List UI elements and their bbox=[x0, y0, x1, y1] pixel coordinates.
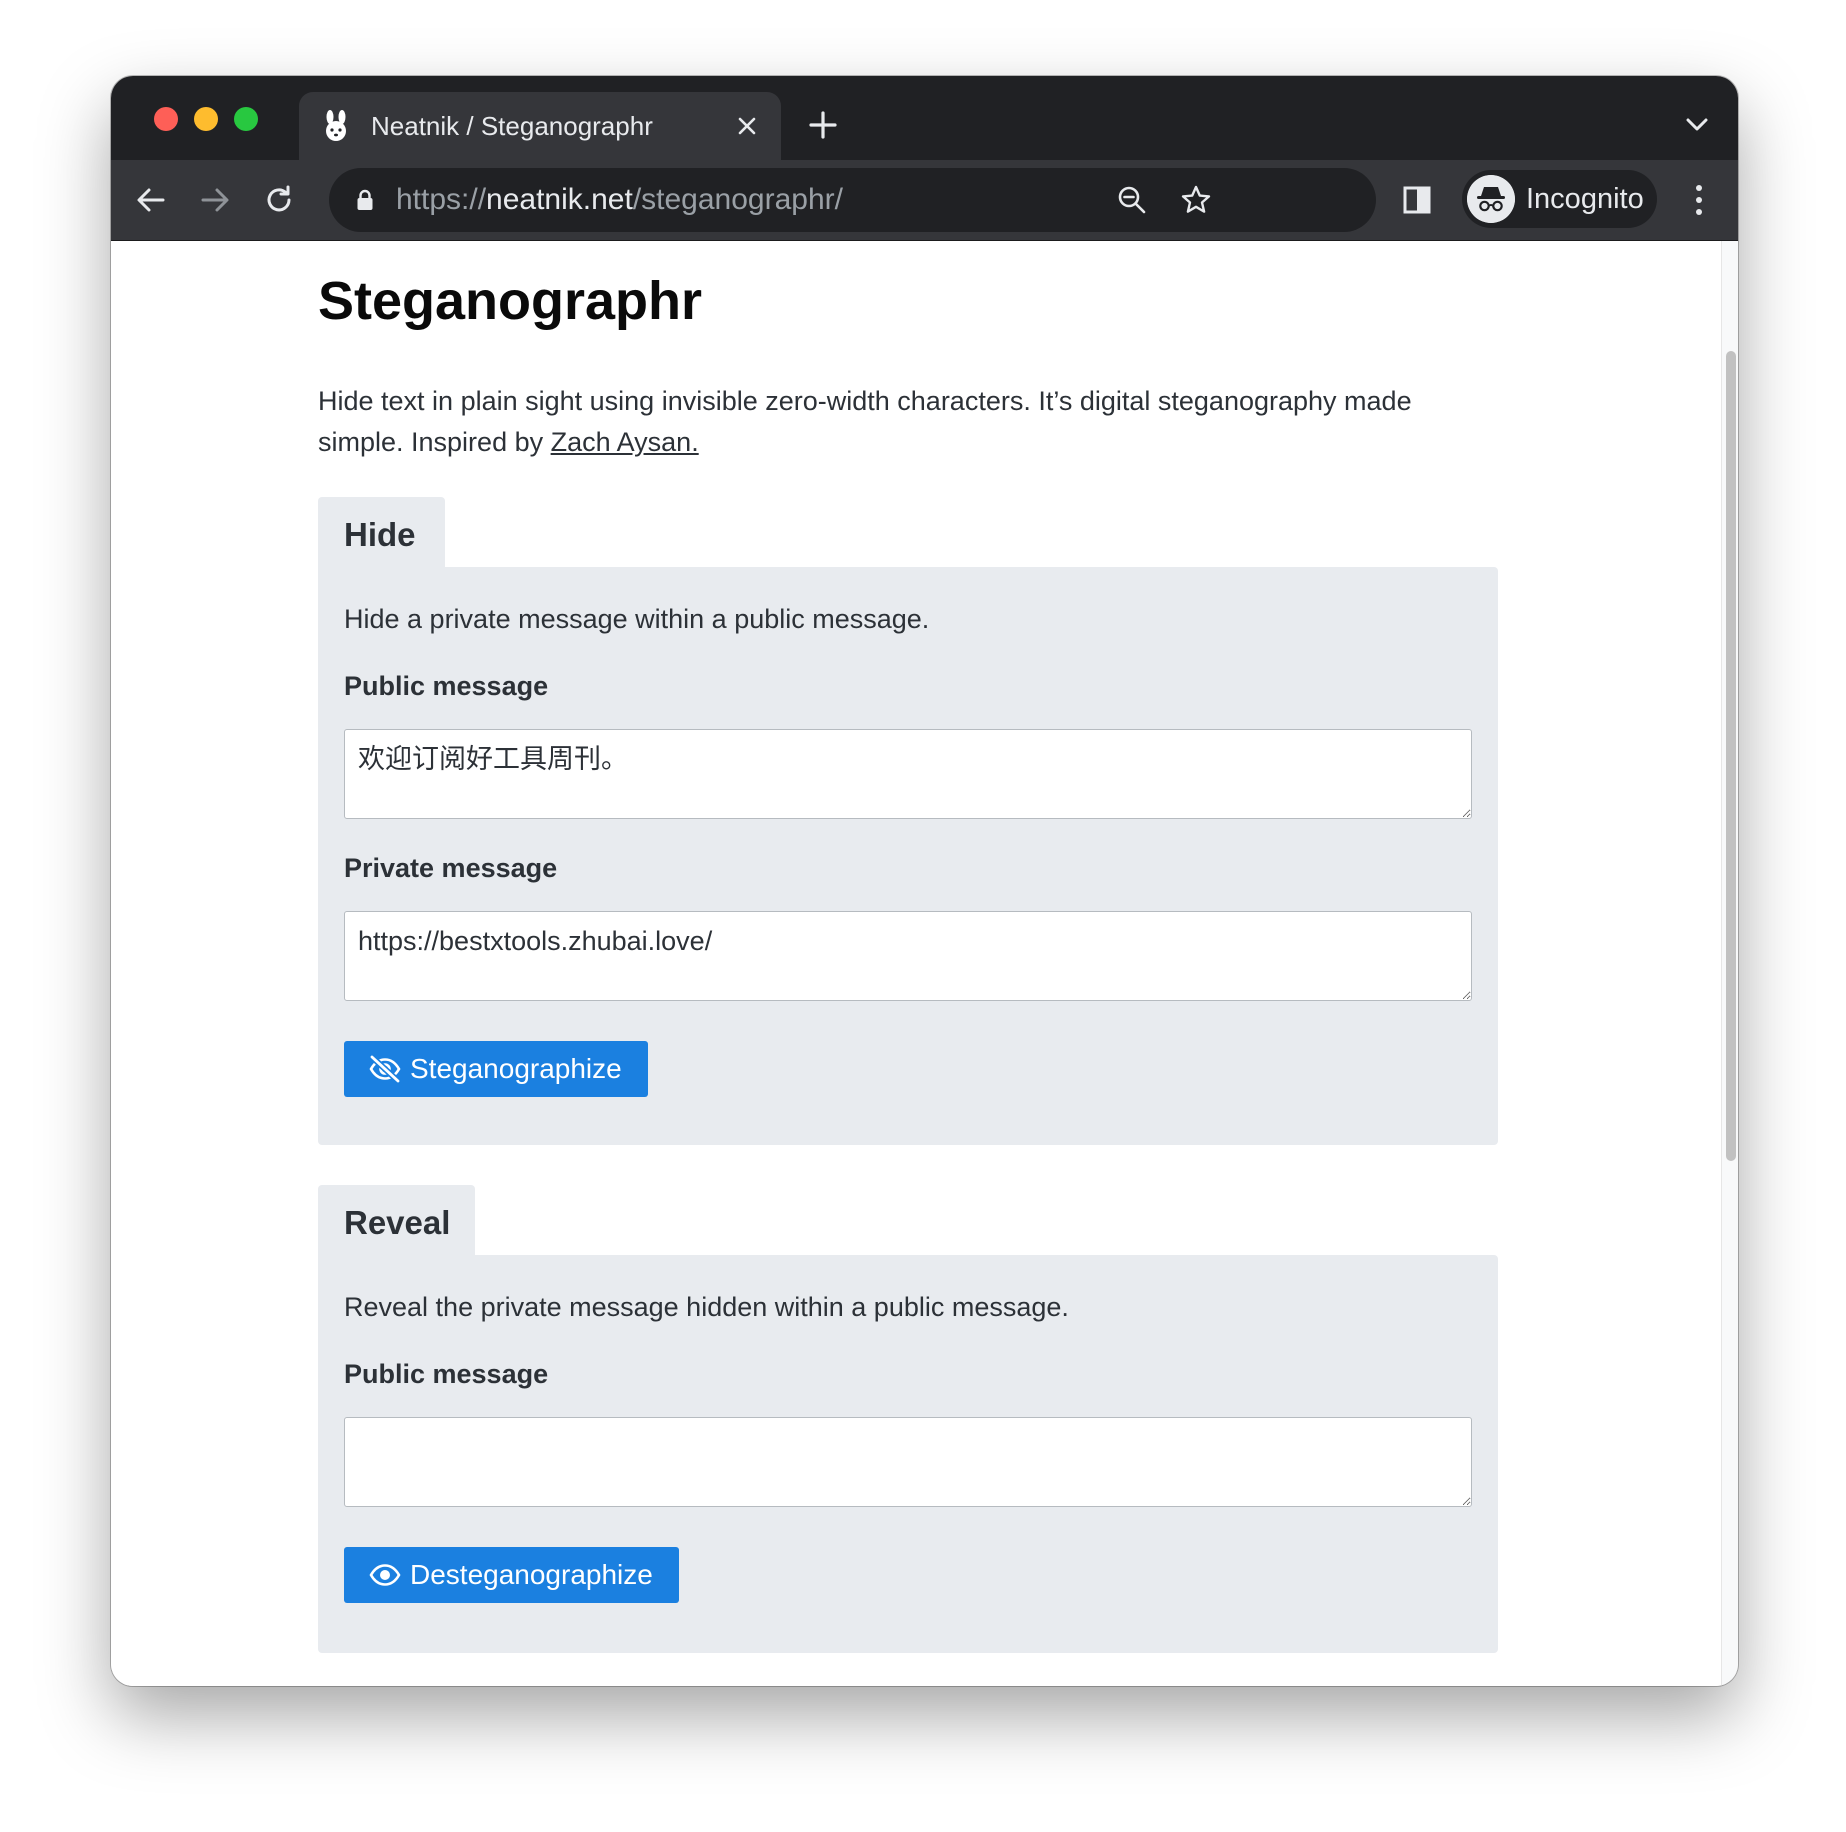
reveal-section-title: Reveal bbox=[344, 1204, 451, 1241]
lock-icon[interactable] bbox=[356, 189, 374, 211]
tab-search-chevron-icon[interactable] bbox=[1684, 114, 1710, 134]
private-message-label: Private message bbox=[344, 853, 558, 883]
hide-public-message-label: Public message bbox=[344, 671, 549, 701]
new-tab-icon[interactable] bbox=[808, 110, 838, 140]
eye-icon bbox=[369, 1564, 401, 1586]
url-scheme: https:// bbox=[396, 183, 487, 216]
hide-panel: Hide a private message within a public m… bbox=[318, 567, 1498, 1145]
browser-toolbar: https://neatnik.net/steganographr/ Incog… bbox=[111, 160, 1738, 241]
more-menu-icon[interactable] bbox=[1689, 178, 1709, 222]
close-window-button[interactable] bbox=[154, 107, 178, 131]
back-arrow-icon[interactable] bbox=[133, 182, 169, 218]
reveal-public-message-input[interactable] bbox=[344, 1417, 1472, 1507]
hide-description: Hide a private message within a public m… bbox=[344, 604, 930, 634]
reveal-section-tab: Reveal bbox=[318, 1185, 475, 1255]
url-host: neatnik.net bbox=[486, 183, 633, 216]
reveal-panel: Reveal the private message hidden within… bbox=[318, 1255, 1498, 1653]
bunny-favicon-icon bbox=[326, 110, 346, 141]
reveal-public-message-label: Public message bbox=[344, 1359, 549, 1389]
eye-slash-icon bbox=[369, 1054, 401, 1084]
reveal-description: Reveal the private message hidden within… bbox=[344, 1292, 1069, 1322]
intro-text: Hide text in plain sight using invisible… bbox=[318, 381, 1488, 463]
desteganographize-button-label: Desteganographize bbox=[410, 1559, 653, 1590]
incognito-icon bbox=[1467, 175, 1515, 223]
steganographize-button-label: Steganographize bbox=[410, 1053, 622, 1084]
hide-public-message-input[interactable]: 欢迎订阅好工具周刊。 bbox=[344, 729, 1472, 819]
side-panel-icon[interactable] bbox=[1399, 182, 1435, 218]
desteganographize-button[interactable]: Desteganographize bbox=[344, 1547, 679, 1603]
tab-strip: Neatnik / Steganographr bbox=[111, 76, 1738, 160]
tab-title: Neatnik / Steganographr bbox=[371, 111, 653, 141]
steganographize-button[interactable]: Steganographize bbox=[344, 1041, 648, 1097]
browser-window: Neatnik / Steganographr https://neatnik.… bbox=[111, 76, 1738, 1686]
page-viewport: Steganographr Hide text in plain sight u… bbox=[111, 241, 1721, 1686]
hide-section-title: Hide bbox=[344, 516, 416, 553]
private-message-input[interactable]: https://bestxtools.zhubai.love/ bbox=[344, 911, 1472, 1001]
intro-body: Hide text in plain sight using invisible… bbox=[318, 386, 1412, 457]
url-text[interactable]: https://neatnik.net/steganographr/ bbox=[396, 181, 843, 219]
reload-icon[interactable] bbox=[261, 182, 297, 218]
zoom-icon[interactable] bbox=[1116, 184, 1148, 216]
minimize-window-button[interactable] bbox=[194, 107, 218, 131]
page-title: Steganographr bbox=[318, 271, 703, 331]
scrollbar-thumb[interactable] bbox=[1726, 351, 1736, 1161]
incognito-profile-button[interactable]: Incognito bbox=[1462, 170, 1657, 228]
address-bar[interactable]: https://neatnik.net/steganographr/ bbox=[329, 168, 1376, 232]
forward-arrow-icon[interactable] bbox=[197, 182, 233, 218]
url-path: /steganographr/ bbox=[632, 183, 843, 216]
incognito-label: Incognito bbox=[1526, 183, 1644, 215]
bookmark-star-icon[interactable] bbox=[1180, 184, 1212, 216]
page-scrollbar[interactable] bbox=[1721, 241, 1738, 1686]
zach-aysan-link[interactable]: Zach Aysan. bbox=[551, 427, 699, 457]
close-tab-icon[interactable] bbox=[735, 114, 759, 138]
browser-tab-active[interactable]: Neatnik / Steganographr bbox=[299, 92, 781, 160]
hide-section-tab: Hide bbox=[318, 497, 445, 567]
zoom-window-button[interactable] bbox=[234, 107, 258, 131]
